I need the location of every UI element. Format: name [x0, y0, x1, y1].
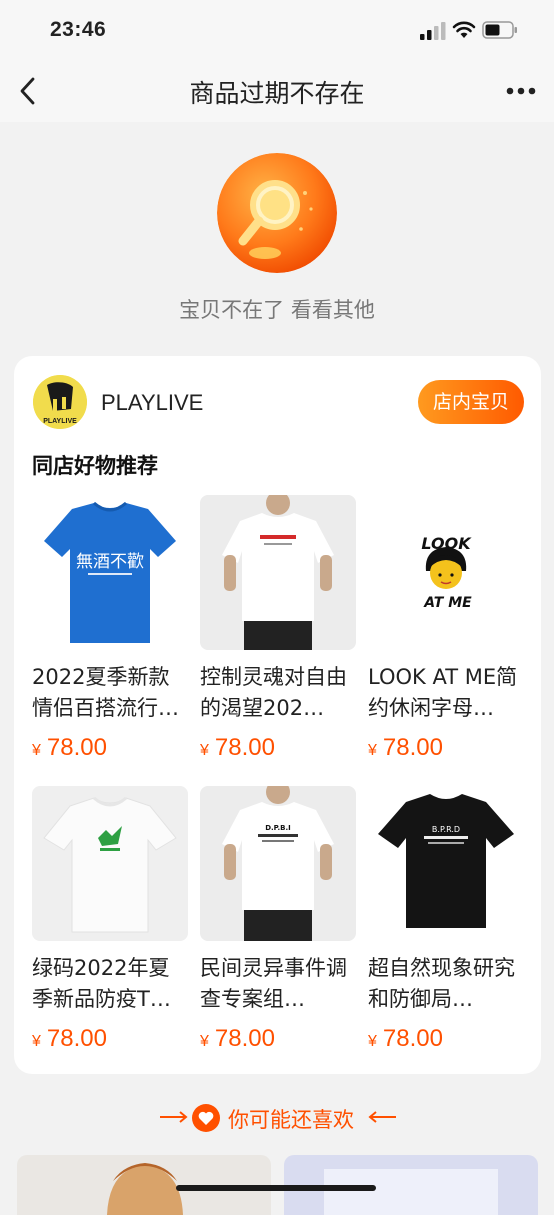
- battery-icon: [482, 21, 517, 39]
- product-name: 超自然现象研究和防御局…: [368, 956, 515, 1011]
- product-card[interactable]: 控制灵魂对自由的渴望202… ¥78.00: [200, 495, 356, 762]
- status-bar: 23:46: [0, 0, 554, 60]
- product-name: 民间灵异事件调查专案组…: [200, 956, 347, 1011]
- more-dots-icon[interactable]: [504, 76, 538, 106]
- page-title: 商品过期不存在: [189, 79, 365, 108]
- product-price: ¥78.00: [200, 734, 356, 762]
- product-price: ¥78.00: [32, 1025, 188, 1053]
- price-value: 78.00: [46, 734, 107, 761]
- product-image: B.P.R.D: [368, 786, 524, 941]
- product-print-text: D.P.B.I: [265, 824, 291, 832]
- product-price: ¥78.00: [32, 734, 188, 762]
- product-name: 绿码2022年夏季新品防疫T…: [32, 956, 171, 1011]
- product-card[interactable]: B.P.R.D 超自然现象研究和防御局… ¥78.00: [368, 786, 524, 1053]
- left-arrow-decoration-icon: [160, 1111, 188, 1123]
- may-like-header: 你可能还喜欢: [0, 1102, 554, 1134]
- wifi-icon: [452, 21, 476, 38]
- product-card[interactable]: 绿码2022年夏季新品防疫T… ¥78.00: [32, 786, 188, 1053]
- product-name: 2022夏季新款情侣百搭流行…: [32, 665, 179, 720]
- price-value: 78.00: [214, 734, 275, 761]
- product-print-text: 無酒不歡: [76, 552, 144, 572]
- shop-logo-text: PLAYLIVE: [43, 418, 77, 425]
- product-card[interactable]: D.P.B.I 民间灵异事件调查专案组… ¥78.00: [200, 786, 356, 1053]
- empty-state-illustration: [217, 153, 337, 273]
- product-name: 控制灵魂对自由的渴望202…: [200, 665, 347, 720]
- nav-bar: 商品过期不存在: [0, 60, 554, 122]
- right-arrow-decoration-icon: [368, 1111, 396, 1123]
- status-time: 23:46: [50, 18, 107, 41]
- price-value: 78.00: [382, 734, 443, 761]
- product-print-text: B.P.R.D: [432, 825, 460, 834]
- price-value: 78.00: [46, 1025, 107, 1052]
- shop-items-button[interactable]: 店内宝贝: [418, 380, 524, 424]
- shop-avatar[interactable]: PLAYLIVE: [33, 375, 87, 429]
- product-price: ¥78.00: [200, 1025, 356, 1053]
- currency-symbol: ¥: [32, 742, 41, 759]
- price-value: 78.00: [382, 1025, 443, 1052]
- currency-symbol: ¥: [200, 1033, 209, 1050]
- cellular-signal-icon: [420, 22, 446, 40]
- shop-recommend-card: PLAYLIVE PLAYLIVE 店内宝贝 同店好物推荐 無酒不歡 2022夏…: [14, 356, 541, 1074]
- home-indicator[interactable]: [176, 1185, 376, 1191]
- currency-symbol: ¥: [368, 742, 377, 759]
- section-title: 同店好物推荐: [32, 454, 158, 478]
- magnifier-icon: [217, 153, 337, 273]
- price-value: 78.00: [214, 1025, 275, 1052]
- product-price: ¥78.00: [368, 734, 524, 762]
- product-print-text: AT ME: [423, 595, 472, 611]
- heart-icon: [192, 1104, 220, 1132]
- may-like-label: 你可能还喜欢: [228, 1108, 354, 1132]
- currency-symbol: ¥: [32, 1033, 41, 1050]
- currency-symbol: ¥: [368, 1033, 377, 1050]
- product-card[interactable]: 無酒不歡 2022夏季新款情侣百搭流行… ¥78.00: [32, 495, 188, 762]
- product-image: [32, 786, 188, 941]
- empty-message: 宝贝不在了 看看其他: [179, 298, 375, 322]
- shop-logo-icon: PLAYLIVE: [33, 375, 87, 429]
- product-card[interactable]: LOOK AT ME LOOK AT ME简约休闲字母… ¥78.00: [368, 495, 524, 762]
- product-image: 無酒不歡: [32, 495, 188, 650]
- product-image: [200, 495, 356, 650]
- product-price: ¥78.00: [368, 1025, 524, 1053]
- product-image: LOOK AT ME: [368, 495, 524, 650]
- shop-name[interactable]: PLAYLIVE: [101, 390, 203, 416]
- product-image: D.P.B.I: [200, 786, 356, 941]
- product-name: LOOK AT ME简约休闲字母…: [368, 665, 518, 720]
- currency-symbol: ¥: [200, 742, 209, 759]
